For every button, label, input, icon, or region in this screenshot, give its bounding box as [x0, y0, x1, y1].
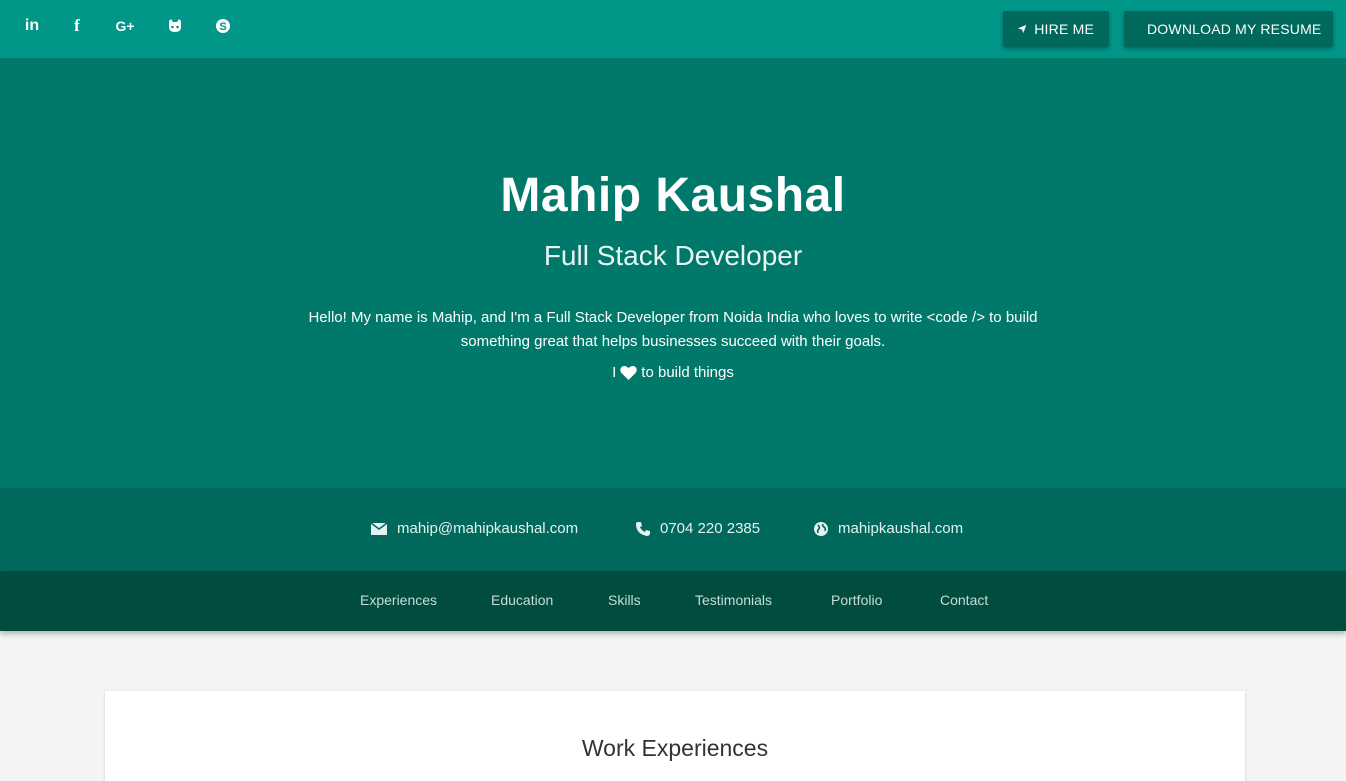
- profile-bio: Hello! My name is Mahip, and I'm a Full …: [308, 309, 1038, 350]
- top-bar: in f G+ S HIRE ME DOWNLOAD MY RESUME: [0, 0, 1346, 58]
- nav-item-experiences[interactable]: Experiences: [360, 592, 437, 608]
- section-nav: Experiences Education Skills Testimonial…: [0, 571, 1346, 631]
- hire-me-label: HIRE ME: [1034, 21, 1094, 37]
- facebook-icon[interactable]: f: [67, 16, 87, 36]
- nav-item-portfolio[interactable]: Portfolio: [831, 592, 882, 608]
- profile-name: Mahip Kaushal: [500, 169, 846, 222]
- work-experiences-card: Work Experiences: [105, 691, 1245, 781]
- contact-website[interactable]: mahipkaushal.com: [814, 520, 963, 537]
- phone-text: 0704 220 2385: [660, 520, 761, 537]
- profile-role: Full Stack Developer: [543, 240, 803, 271]
- github-icon[interactable]: [165, 16, 185, 36]
- globe-icon: [814, 521, 828, 536]
- download-resume-label: DOWNLOAD MY RESUME: [1147, 21, 1322, 37]
- love-prefix: I: [612, 364, 617, 381]
- hero-section: Mahip Kaushal Full Stack Developer Hello…: [0, 58, 1346, 488]
- contact-strip: mahip@mahipkaushal.com 0704 220 2385 mah…: [0, 488, 1346, 571]
- section-title: Work Experiences: [581, 735, 769, 761]
- heart-icon: [620, 365, 638, 380]
- envelope-icon: [371, 522, 387, 535]
- nav-item-contact[interactable]: Contact: [940, 592, 988, 608]
- google-plus-icon[interactable]: G+: [114, 16, 136, 36]
- website-text: mahipkaushal.com: [838, 520, 964, 537]
- phone-icon: [636, 521, 650, 536]
- contact-phone[interactable]: 0704 220 2385: [636, 520, 760, 537]
- nav-item-education[interactable]: Education: [491, 592, 553, 608]
- love-line: I to build things: [0, 364, 1346, 381]
- linkedin-icon[interactable]: in: [22, 16, 42, 36]
- hire-me-button[interactable]: HIRE ME: [1003, 11, 1109, 47]
- nav-item-skills[interactable]: Skills: [608, 592, 641, 608]
- paper-plane-icon: [1018, 24, 1027, 34]
- skype-icon[interactable]: S: [213, 16, 233, 36]
- svg-text:S: S: [219, 21, 226, 33]
- nav-item-testimonials[interactable]: Testimonials: [695, 592, 772, 608]
- email-text: mahip@mahipkaushal.com: [397, 520, 579, 537]
- love-suffix: to build things: [641, 364, 734, 381]
- download-resume-button[interactable]: DOWNLOAD MY RESUME: [1124, 11, 1333, 47]
- contact-email[interactable]: mahip@mahipkaushal.com: [371, 520, 578, 537]
